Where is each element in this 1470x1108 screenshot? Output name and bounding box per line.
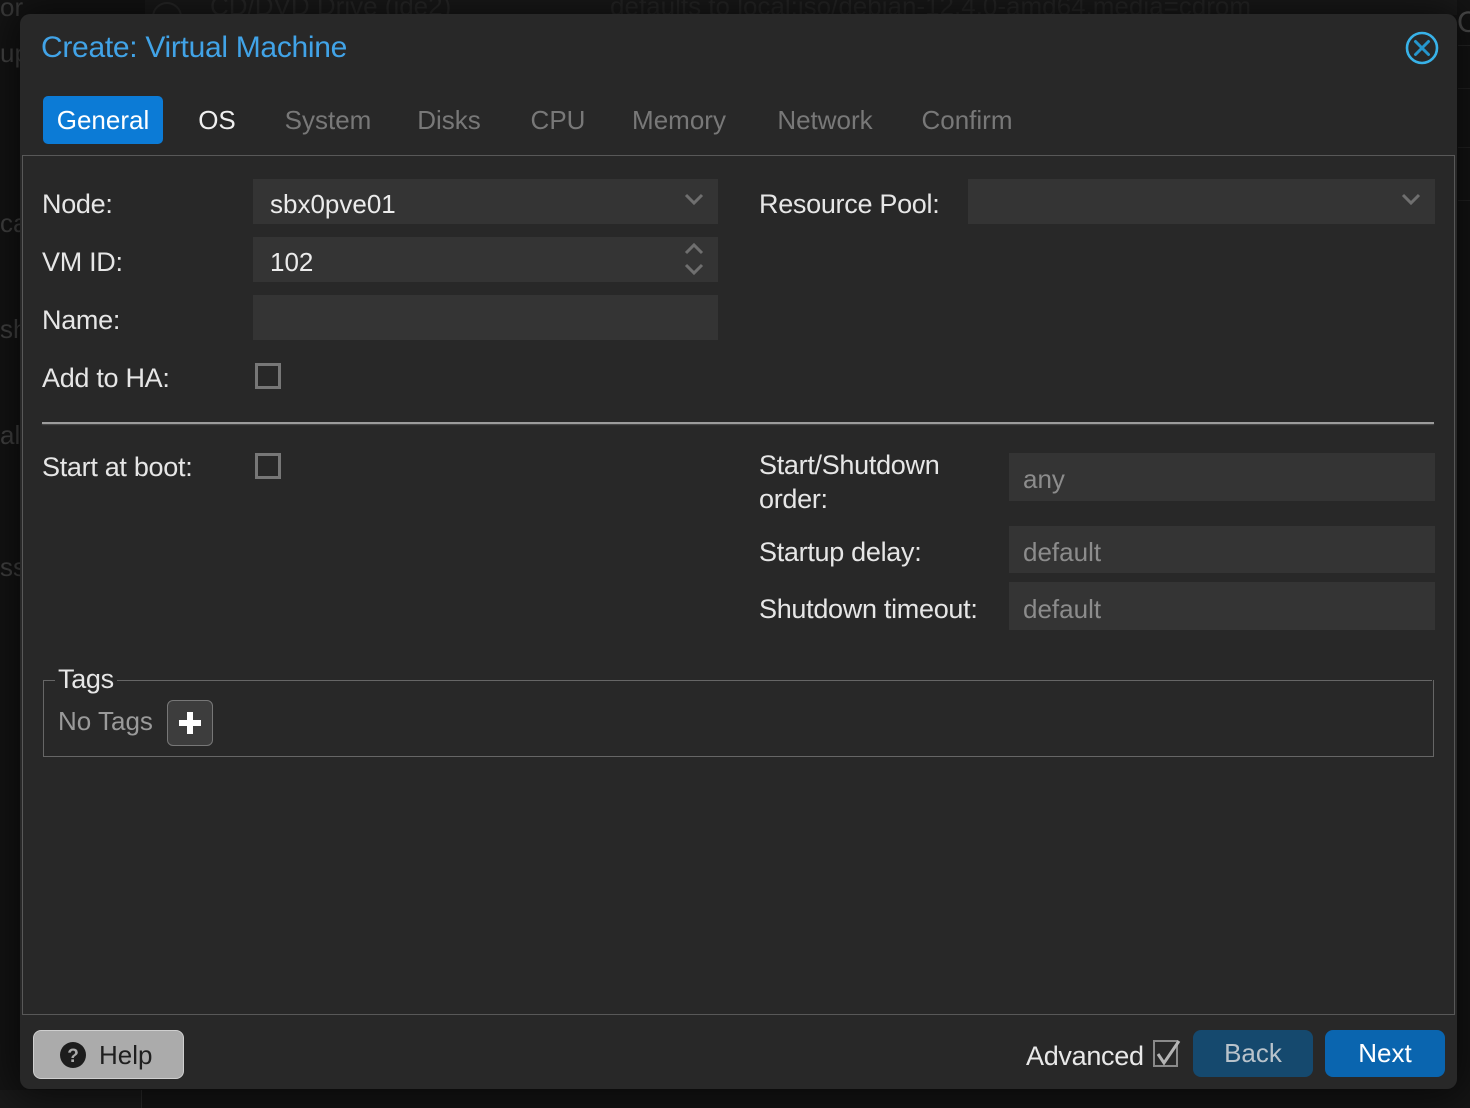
svg-text:?: ?	[67, 1046, 79, 1067]
